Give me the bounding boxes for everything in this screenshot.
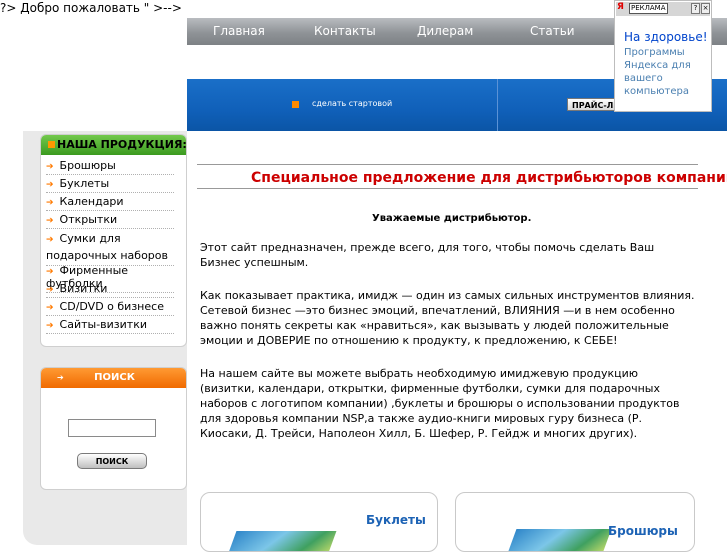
nav-item-dealers[interactable]: Дилерам bbox=[417, 24, 473, 38]
help-icon[interactable]: ? bbox=[691, 3, 700, 14]
booklets-card[interactable]: Буклеты bbox=[200, 492, 438, 552]
nav-item-home[interactable]: Главная bbox=[213, 24, 265, 38]
offer-paragraph: На нашем сайте вы можете выбрать необход… bbox=[200, 367, 680, 440]
nav-item-articles[interactable]: Статьи bbox=[530, 24, 575, 38]
search-panel: ПОИСК ➔ ПОИСК bbox=[40, 367, 187, 490]
arrow-right-icon: ➔ bbox=[46, 267, 54, 277]
bullet-icon bbox=[292, 101, 299, 108]
card-title: Брошюры bbox=[608, 524, 678, 538]
ad-title-link[interactable]: На здоровье! bbox=[624, 30, 708, 44]
image-paragraph: Как показывает практика, имидж — один из… bbox=[200, 289, 695, 347]
products-menu-title: НАША ПРОДУКЦИЯ: bbox=[41, 135, 186, 155]
page-title: Специальное предложение для дистрибьютор… bbox=[251, 170, 727, 186]
product-item-label: Буклеты bbox=[59, 177, 110, 190]
intro-paragraph: Этот сайт предназначен, прежде всего, дл… bbox=[200, 241, 655, 269]
ad-text[interactable]: Программы Яндекса для вашего компьютера bbox=[624, 46, 708, 98]
arrow-right-icon: ➔ bbox=[46, 285, 54, 295]
ad-label: РЕКЛАМА bbox=[629, 3, 668, 14]
welcome-text: ?> Добро пожаловать " >--> bbox=[0, 1, 182, 15]
products-menu: НАША ПРОДУКЦИЯ: ➔ Брошюры ➔ Буклеты ➔ Кален… bbox=[40, 134, 187, 347]
divider bbox=[197, 164, 698, 165]
product-item-label: Сайты-визитки bbox=[59, 318, 148, 331]
product-item-label: Визитки bbox=[59, 282, 108, 295]
divider bbox=[197, 188, 698, 189]
arrow-right-icon: ➔ bbox=[46, 216, 54, 226]
booklets-image bbox=[225, 531, 337, 551]
yandex-logo-icon: Я bbox=[617, 2, 624, 12]
arrow-right-icon: ➔ bbox=[57, 373, 64, 382]
search-button[interactable]: ПОИСК bbox=[77, 453, 147, 469]
product-item-label: Брошюры bbox=[59, 159, 116, 172]
product-item-booklets[interactable]: ➔ Буклеты bbox=[46, 177, 174, 193]
arrow-right-icon: ➔ bbox=[46, 198, 54, 208]
product-item-cd-dvd[interactable]: ➔ CD/DVD о бизнесе bbox=[46, 300, 174, 316]
product-item-brochures[interactable]: ➔ Брошюры bbox=[46, 159, 174, 175]
product-item-label: CD/DVD о бизнесе bbox=[59, 300, 164, 313]
product-item-bags[interactable]: ➔ Сумки для подарочных наборов bbox=[46, 231, 174, 266]
card-title: Буклеты bbox=[366, 513, 426, 527]
close-icon[interactable]: × bbox=[701, 3, 710, 14]
product-item-websites[interactable]: ➔ Сайты-визитки bbox=[46, 318, 174, 334]
arrow-right-icon: ➔ bbox=[46, 321, 54, 331]
band-divider bbox=[497, 79, 498, 131]
product-item-label: Открытки bbox=[59, 213, 118, 226]
greeting: Уважаемые дистрибьютор. bbox=[372, 213, 532, 224]
product-item-label: Календари bbox=[59, 195, 124, 208]
brochures-image bbox=[505, 529, 612, 551]
product-item-label: Сумки для подарочных наборов bbox=[46, 232, 169, 262]
product-item-cards[interactable]: ➔ Визитки bbox=[46, 282, 174, 298]
arrow-right-icon: ➔ bbox=[46, 303, 54, 313]
arrow-right-icon: ➔ bbox=[46, 235, 54, 245]
product-item-calendars[interactable]: ➔ Календари bbox=[46, 195, 174, 211]
ad-block[interactable]: Я РЕКЛАМА ? × На здоровье! Программы Янд… bbox=[614, 0, 712, 112]
search-input[interactable] bbox=[68, 419, 156, 437]
make-start-page-link[interactable]: сделать стартовой bbox=[312, 99, 392, 108]
arrow-right-icon: ➔ bbox=[46, 180, 54, 190]
arrow-right-icon: ➔ bbox=[46, 162, 54, 172]
bullet-icon bbox=[48, 141, 55, 148]
product-item-postcards[interactable]: ➔ Открытки bbox=[46, 213, 174, 229]
nav-item-contacts[interactable]: Контакты bbox=[314, 24, 376, 38]
brochures-card[interactable]: Брошюры bbox=[455, 492, 695, 552]
